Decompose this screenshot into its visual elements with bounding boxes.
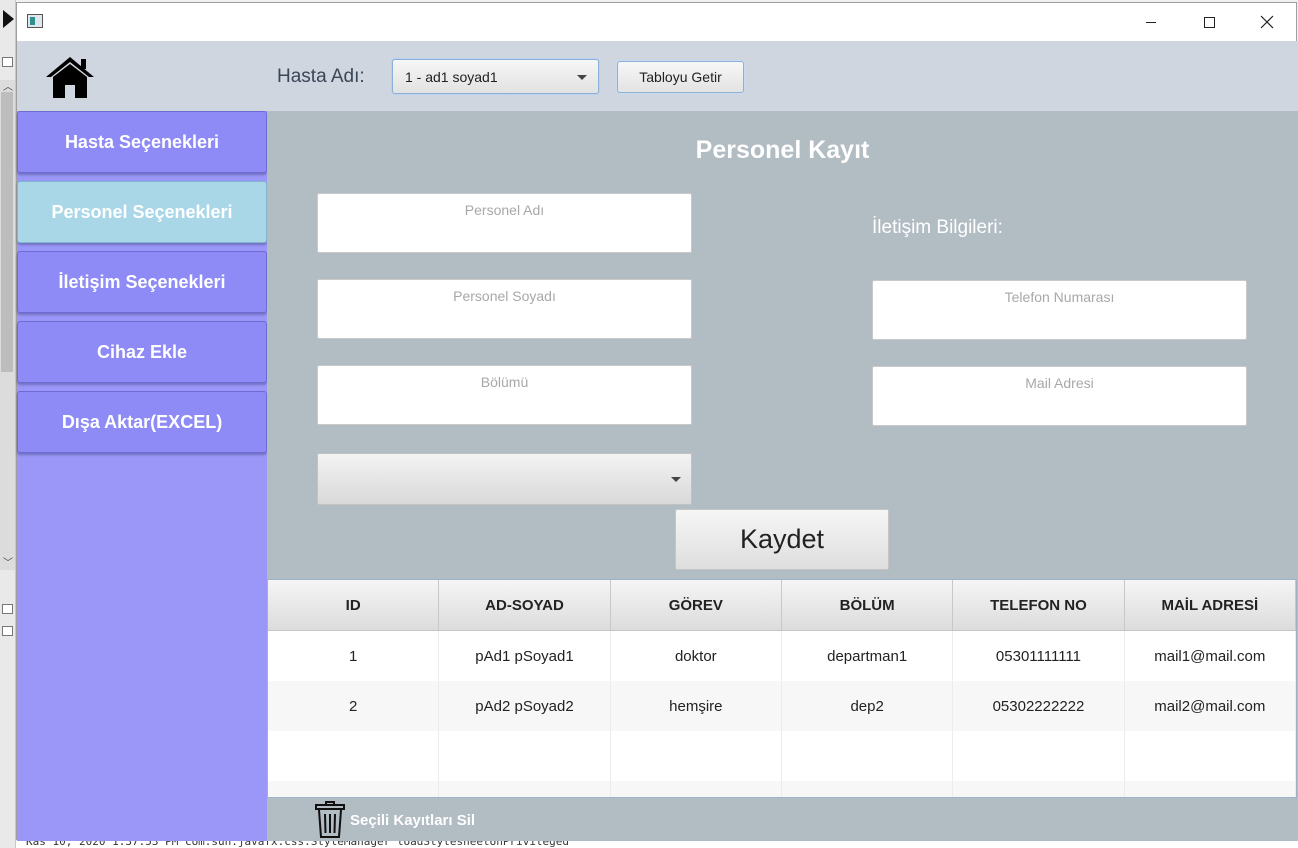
sidebar-item-excel[interactable]: Dışa Aktar(EXCEL) <box>17 391 267 453</box>
personel-table[interactable]: ID AD-SOYAD GÖREV BÖLÜM TELEFON NO MAİL … <box>267 579 1297 798</box>
personel-adi-field[interactable]: Personel Adı <box>317 193 692 253</box>
column-header-mail[interactable]: MAİL ADRESİ <box>1125 580 1296 631</box>
scroll-down-icon: ﹀ <box>3 558 13 569</box>
delete-selected-button[interactable]: Seçili Kayıtları Sil <box>350 812 475 829</box>
empty-table-row <box>268 781 1296 797</box>
table-cell <box>953 781 1125 797</box>
trash-icon[interactable] <box>315 801 345 839</box>
table-cell: pAd2 pSoyad2 <box>439 681 611 731</box>
personel-adi-placeholder: Personel Adı <box>464 202 545 218</box>
maximize-icon <box>1203 16 1215 28</box>
sidebar: Hasta Seçenekleri Personel Seçenekleri İ… <box>17 111 267 841</box>
background-scrollbar: ︿ ﹀ <box>0 80 15 570</box>
table-cell <box>782 781 954 797</box>
gorev-select[interactable] <box>317 453 692 505</box>
sidebar-item-iletisim[interactable]: İletişim Seçenekleri <box>17 251 267 313</box>
table-cell <box>439 731 611 781</box>
empty-table-row <box>268 731 1296 781</box>
column-header-telefon[interactable]: TELEFON NO <box>953 580 1125 631</box>
header-bar: Hasta Adı: 1 - ad1 soyad1 Tabloyu Getir <box>17 41 1298 111</box>
minimize-icon <box>1146 21 1156 23</box>
telefon-field[interactable]: Telefon Numarası <box>872 280 1247 340</box>
collapse-icon <box>2 57 13 67</box>
telefon-placeholder: Telefon Numarası <box>1004 289 1115 305</box>
hasta-label: Hasta Adı: <box>277 66 365 87</box>
bolumu-placeholder: Bölümü <box>480 374 529 390</box>
table-cell: 2 <box>268 681 440 731</box>
tabloyu-getir-button[interactable]: Tabloyu Getir <box>617 61 744 93</box>
table-cell <box>1125 731 1296 781</box>
close-button[interactable] <box>1238 3 1296 41</box>
sidebar-item-personel[interactable]: Personel Seçenekleri <box>17 181 267 243</box>
column-header-ad-soyad[interactable]: AD-SOYAD <box>439 580 611 631</box>
table-cell: 05302222222 <box>953 681 1125 731</box>
table-cell: dep2 <box>782 681 954 731</box>
table-cell: hemşire <box>611 681 782 731</box>
table-cell: pAd1 pSoyad1 <box>439 631 611 681</box>
table-cell <box>268 781 440 797</box>
table-cell <box>268 731 440 781</box>
table-cell <box>1125 781 1296 797</box>
kaydet-button[interactable]: Kaydet <box>675 509 889 570</box>
column-header-id[interactable]: ID <box>268 580 440 631</box>
table-cell: departman1 <box>782 631 954 681</box>
background-ide-strip: ︿ ﹀ <box>0 0 16 848</box>
app-icon <box>27 14 43 28</box>
mail-placeholder: Mail Adresi <box>1025 375 1094 391</box>
main-panel: Personel Kayıt Personel Adı Personel Soy… <box>267 111 1298 841</box>
home-icon[interactable] <box>44 55 96 99</box>
table-cell <box>782 731 954 781</box>
minimize-button[interactable] <box>1122 3 1180 41</box>
sidebar-item-hasta[interactable]: Hasta Seçenekleri <box>17 111 267 173</box>
bolumu-field[interactable]: Bölümü <box>317 365 692 425</box>
mail-field[interactable]: Mail Adresi <box>872 366 1247 426</box>
table-cell <box>439 781 611 797</box>
hasta-select[interactable]: 1 - ad1 soyad1 <box>392 59 599 94</box>
personel-soyadi-field[interactable]: Personel Soyadı <box>317 279 692 339</box>
table-cell: mail1@mail.com <box>1125 631 1296 681</box>
hasta-select-value: 1 - ad1 soyad1 <box>405 69 498 85</box>
table-cell <box>611 781 782 797</box>
table-cell <box>953 731 1125 781</box>
maximize-button[interactable] <box>1180 3 1238 41</box>
contact-label: İletişim Bilgileri: <box>872 217 1003 238</box>
personel-soyadi-placeholder: Personel Soyadı <box>453 288 556 304</box>
table-cell: mail2@mail.com <box>1125 681 1296 731</box>
page-title: Personel Kayıt <box>695 136 870 164</box>
sidebar-item-cihaz[interactable]: Cihaz Ekle <box>17 321 267 383</box>
table-cell: 05301111111 <box>953 631 1125 681</box>
collapse-icon <box>2 604 13 614</box>
table-row[interactable]: 1 pAd1 pSoyad1 doktor departman1 0530111… <box>268 631 1296 681</box>
panel-icon <box>2 626 13 636</box>
chevron-down-icon <box>577 75 587 80</box>
app-window: Hasta Adı: 1 - ad1 soyad1 Tabloyu Getir … <box>16 2 1298 841</box>
table-cell: doktor <box>611 631 782 681</box>
table-cell: 1 <box>268 631 440 681</box>
chevron-down-icon <box>671 477 681 482</box>
title-bar <box>17 3 1296 41</box>
scroll-up-icon: ︿ <box>3 82 13 93</box>
table-cell <box>611 731 782 781</box>
column-header-bolum[interactable]: BÖLÜM <box>782 580 954 631</box>
scrollbar-thumb <box>1 92 13 372</box>
table-row[interactable]: 2 pAd2 pSoyad2 hemşire dep2 05302222222 … <box>268 681 1296 731</box>
run-icon <box>3 10 14 28</box>
close-icon <box>1260 15 1274 29</box>
column-header-gorev[interactable]: GÖREV <box>611 580 782 631</box>
table-header: ID AD-SOYAD GÖREV BÖLÜM TELEFON NO MAİL … <box>268 580 1296 631</box>
